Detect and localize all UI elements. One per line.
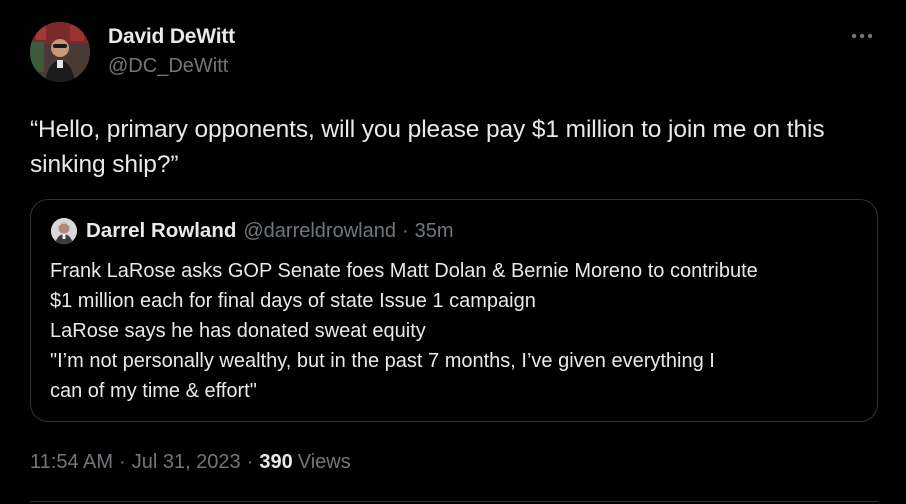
- quoted-text-line: "I’m not personally wealthy, but in the …: [50, 350, 715, 372]
- tweet: David DeWitt @DC_DeWitt “Hello, primary …: [0, 0, 906, 504]
- quoted-author-handle[interactable]: @darreldrowland: [243, 220, 396, 243]
- author-info: David DeWitt @DC_DeWitt: [108, 24, 235, 80]
- views-label: Views: [297, 451, 351, 473]
- quoted-text-line: Frank LaRose asks GOP Senate foes Matt D…: [50, 260, 758, 282]
- divider: [30, 501, 878, 502]
- author-handle[interactable]: @DC_DeWitt: [108, 52, 235, 80]
- views-count[interactable]: 390: [259, 451, 292, 473]
- quoted-text-line: LaRose says he has donated sweat equity: [50, 320, 426, 342]
- quoted-tweet-header: Darrel Rowland @darreldrowland · 35m: [51, 218, 454, 244]
- author-avatar[interactable]: [30, 22, 90, 82]
- quoted-separator: ·: [401, 219, 409, 242]
- meta-separator: ·: [119, 451, 126, 473]
- quoted-text-line: $1 million each for final days of state …: [50, 290, 536, 312]
- quoted-author-name[interactable]: Darrel Rowland: [86, 219, 236, 243]
- author-name[interactable]: David DeWitt: [108, 24, 235, 50]
- more-options-button[interactable]: [848, 24, 876, 48]
- quoted-timestamp[interactable]: 35m: [415, 220, 454, 243]
- quoted-tweet-text: Frank LaRose asks GOP Senate foes Matt D…: [50, 256, 870, 406]
- tweet-text: “Hello, primary opponents, will you plea…: [30, 116, 825, 178]
- tweet-meta: 11:54 AM · Jul 31, 2023 · 390 Views: [30, 448, 351, 476]
- quoted-tweet[interactable]: Darrel Rowland @darreldrowland · 35m Fra…: [30, 199, 878, 422]
- more-horizontal-icon: [851, 33, 873, 39]
- meta-separator: ·: [246, 451, 254, 473]
- quoted-author-avatar[interactable]: [51, 218, 77, 244]
- tweet-date[interactable]: Jul 31, 2023: [132, 451, 241, 473]
- tweet-time[interactable]: 11:54 AM: [30, 451, 113, 473]
- quoted-text-line: can of my time & effort": [50, 380, 257, 402]
